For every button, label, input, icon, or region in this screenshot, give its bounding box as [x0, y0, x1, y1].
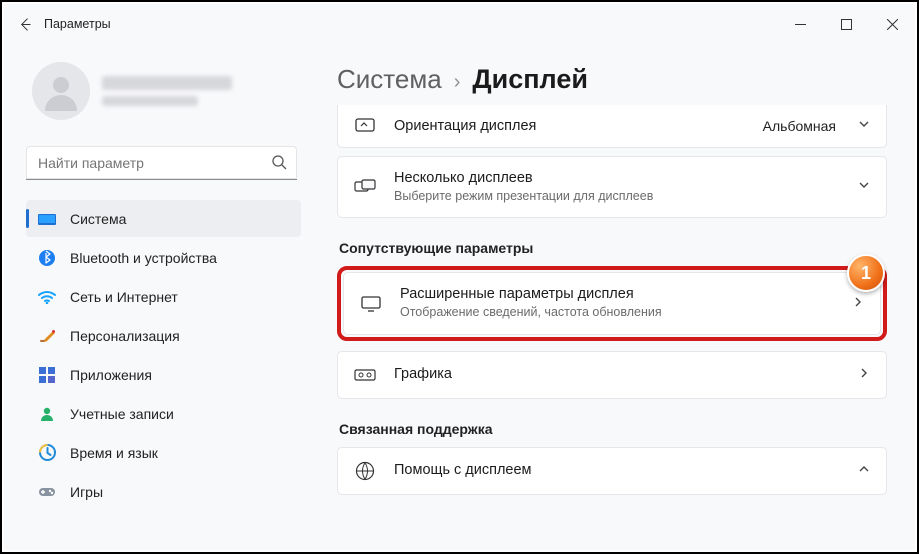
sidebar-item-label: Сеть и Интернет	[70, 289, 178, 305]
setting-title: Графика	[394, 365, 840, 384]
setting-orientation[interactable]: Ориентация дисплея Альбомная	[337, 105, 887, 148]
sidebar: Система Bluetooth и устройства Сеть и Ин…	[4, 44, 309, 550]
chevron-right-icon	[858, 366, 870, 384]
window-title: Параметры	[44, 17, 111, 31]
sidebar-item-time[interactable]: Время и язык	[26, 434, 301, 471]
content-area: Система › Дисплей Ориентация дисплея Аль…	[309, 44, 915, 550]
minimize-button[interactable]	[777, 4, 823, 44]
setting-help-display[interactable]: Помощь с дисплеем	[337, 447, 887, 495]
sidebar-item-accounts[interactable]: Учетные записи	[26, 395, 301, 432]
annotation-highlight: Расширенные параметры дисплея Отображени…	[337, 266, 887, 340]
sidebar-item-bluetooth[interactable]: Bluetooth и устройства	[26, 239, 301, 276]
sidebar-item-label: Время и язык	[70, 445, 158, 461]
help-icon	[354, 460, 376, 482]
multiple-displays-icon	[354, 176, 376, 198]
nav-list: Система Bluetooth и устройства Сеть и Ин…	[26, 200, 301, 510]
title-bar: Параметры	[4, 4, 915, 44]
network-icon	[38, 288, 56, 306]
orientation-icon	[354, 115, 376, 137]
breadcrumb-parent[interactable]: Система	[337, 64, 442, 95]
sidebar-item-system[interactable]: Система	[26, 200, 301, 237]
bluetooth-icon	[38, 249, 56, 267]
chevron-up-icon	[858, 462, 870, 480]
setting-title: Ориентация дисплея	[394, 117, 745, 136]
search-box[interactable]	[26, 146, 297, 180]
setting-title: Помощь с дисплеем	[394, 461, 840, 480]
profile-name-redacted	[102, 76, 232, 90]
breadcrumb-current: Дисплей	[472, 64, 588, 95]
setting-title: Несколько дисплеев	[394, 169, 840, 188]
gaming-icon	[38, 483, 56, 501]
monitor-icon	[360, 293, 382, 315]
sidebar-item-label: Bluetooth и устройства	[70, 250, 217, 266]
avatar	[32, 62, 90, 120]
section-support: Связанная поддержка	[339, 421, 887, 437]
chevron-right-icon	[852, 295, 864, 313]
annotation-badge: 1	[847, 254, 885, 292]
chevron-down-icon	[858, 178, 870, 196]
chevron-right-icon: ›	[454, 71, 461, 94]
apps-icon	[38, 366, 56, 384]
sidebar-item-label: Персонализация	[70, 328, 180, 344]
chevron-down-icon	[858, 117, 870, 135]
sidebar-item-personalization[interactable]: Персонализация	[26, 317, 301, 354]
setting-subtitle: Выберите режим презентации для дисплеев	[394, 188, 840, 206]
sidebar-item-label: Система	[70, 211, 126, 227]
profile-block[interactable]	[26, 44, 301, 128]
back-button[interactable]	[4, 4, 44, 44]
search-input[interactable]	[26, 146, 297, 180]
setting-advanced-display[interactable]: Расширенные параметры дисплея Отображени…	[343, 272, 881, 334]
setting-graphics[interactable]: Графика	[337, 351, 887, 399]
time-icon	[38, 444, 56, 462]
setting-value: Альбомная	[763, 118, 836, 134]
maximize-button[interactable]	[823, 4, 869, 44]
sidebar-item-label: Игры	[70, 484, 103, 500]
breadcrumb: Система › Дисплей	[337, 64, 887, 95]
setting-multiple-displays[interactable]: Несколько дисплеев Выберите режим презен…	[337, 156, 887, 218]
sidebar-item-gaming[interactable]: Игры	[26, 473, 301, 510]
sidebar-item-label: Учетные записи	[70, 406, 174, 422]
setting-subtitle: Отображение сведений, частота обновления	[400, 304, 834, 322]
accounts-icon	[38, 405, 56, 423]
sidebar-item-label: Приложения	[70, 367, 152, 383]
close-button[interactable]	[869, 4, 915, 44]
search-icon	[271, 154, 287, 175]
sidebar-item-apps[interactable]: Приложения	[26, 356, 301, 393]
setting-title: Расширенные параметры дисплея	[400, 285, 834, 304]
system-icon	[38, 210, 56, 228]
graphics-icon	[354, 364, 376, 386]
section-related: Сопутствующие параметры	[339, 240, 887, 256]
sidebar-item-network[interactable]: Сеть и Интернет	[26, 278, 301, 315]
profile-email-redacted	[102, 96, 198, 106]
personalization-icon	[38, 327, 56, 345]
